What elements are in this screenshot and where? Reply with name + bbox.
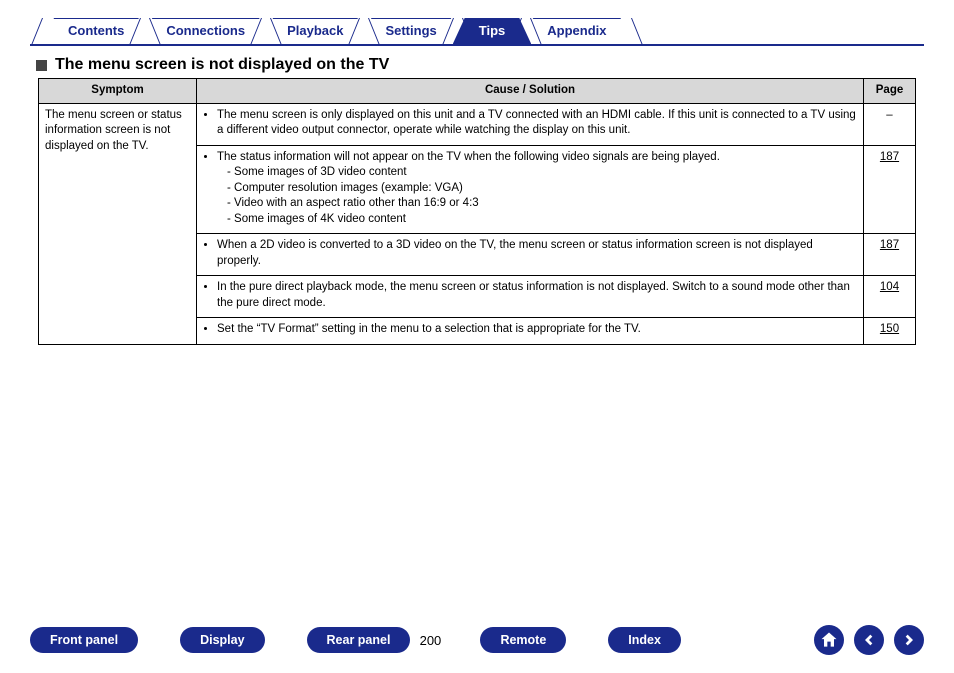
symptom-cell: The menu screen or status information sc… bbox=[39, 103, 197, 344]
front-panel-button[interactable]: Front panel bbox=[30, 627, 138, 653]
page-link[interactable]: 187 bbox=[880, 238, 899, 254]
top-tabs: Contents Connections Playback Settings T… bbox=[30, 18, 924, 46]
index-button[interactable]: Index bbox=[608, 627, 681, 653]
page-cell: 104 bbox=[864, 276, 916, 318]
rear-panel-button[interactable]: Rear panel bbox=[307, 627, 411, 653]
heading-bullet-icon bbox=[36, 60, 47, 71]
prev-page-button[interactable] bbox=[854, 625, 884, 655]
th-symptom: Symptom bbox=[39, 79, 197, 104]
page-link[interactable]: 150 bbox=[880, 322, 899, 338]
page-link[interactable]: 187 bbox=[880, 150, 899, 166]
cause-cell: The menu screen is only displayed on thi… bbox=[197, 103, 864, 145]
arrow-left-icon bbox=[861, 632, 877, 648]
cause-cell: In the pure direct playback mode, the me… bbox=[197, 276, 864, 318]
page-link[interactable]: 104 bbox=[880, 280, 899, 296]
troubleshoot-table: Symptom Cause / Solution Page The menu s… bbox=[38, 78, 916, 345]
page-cell: 187 bbox=[864, 145, 916, 234]
cause-cell: Set the “TV Format” setting in the menu … bbox=[197, 318, 864, 345]
tab-label: Settings bbox=[385, 23, 436, 38]
arrow-right-icon bbox=[901, 632, 917, 648]
page-cell: 150 bbox=[864, 318, 916, 345]
tab-tips[interactable]: Tips bbox=[453, 18, 532, 44]
page-cell: – bbox=[864, 103, 916, 145]
page-title: The menu screen is not displayed on the … bbox=[55, 56, 389, 74]
tab-label: Tips bbox=[479, 23, 506, 38]
tab-label: Connections bbox=[166, 23, 245, 38]
page-number: 200 bbox=[410, 633, 450, 648]
cause-cell: When a 2D video is converted to a 3D vid… bbox=[197, 234, 864, 276]
remote-button[interactable]: Remote bbox=[480, 627, 566, 653]
page-cell: 187 bbox=[864, 234, 916, 276]
table-row: The menu screen or status information sc… bbox=[39, 103, 916, 145]
th-cause: Cause / Solution bbox=[197, 79, 864, 104]
home-button[interactable] bbox=[814, 625, 844, 655]
display-button[interactable]: Display bbox=[180, 627, 264, 653]
footer: Front panel Display Rear panel 200 Remot… bbox=[0, 625, 954, 655]
cause-cell: The status information will not appear o… bbox=[197, 145, 864, 234]
th-page: Page bbox=[864, 79, 916, 104]
tab-label: Appendix bbox=[547, 23, 606, 38]
tab-label: Playback bbox=[287, 23, 343, 38]
next-page-button[interactable] bbox=[894, 625, 924, 655]
home-icon bbox=[819, 630, 839, 650]
tab-label: Contents bbox=[68, 23, 124, 38]
